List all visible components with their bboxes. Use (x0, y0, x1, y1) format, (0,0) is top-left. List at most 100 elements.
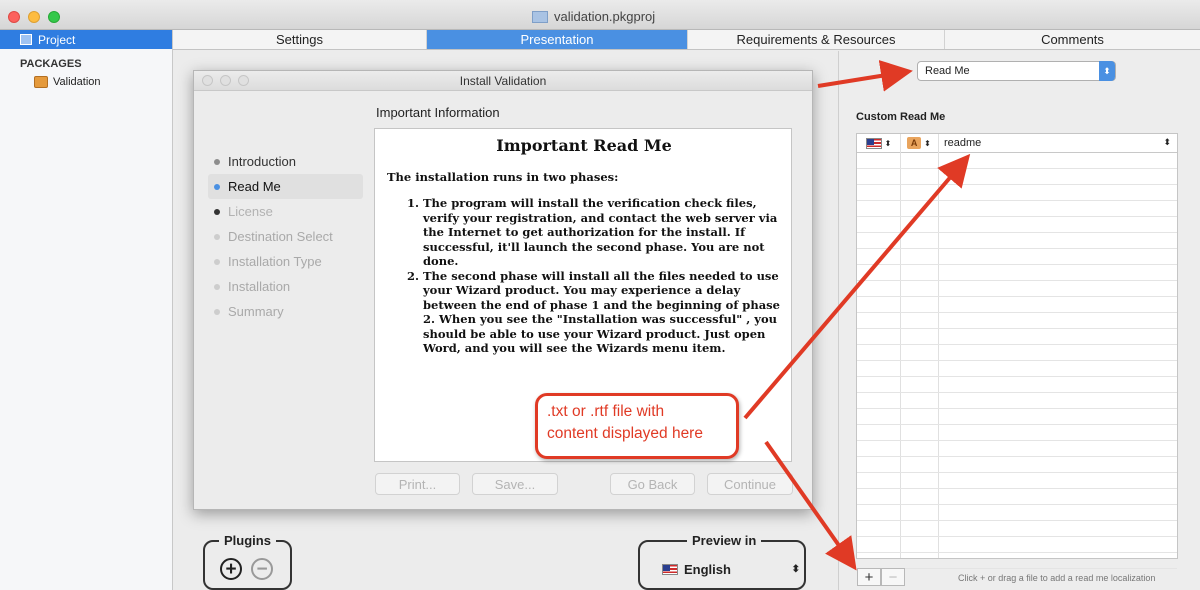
table-row (857, 553, 1177, 569)
step-dot (214, 183, 220, 190)
readme-list: The program will install the verificatio… (387, 196, 781, 356)
remove-readme-button[interactable]: − (881, 568, 905, 586)
installer-title-bar: Install Validation (194, 71, 812, 91)
sidebar-item-validation[interactable]: Validation (0, 76, 172, 88)
step-dot (214, 283, 220, 290)
table-row (857, 233, 1177, 249)
file-cell[interactable]: readme ⬍ (938, 137, 1177, 149)
sidebar-item-project[interactable]: Project (0, 30, 172, 49)
add-plugin-button[interactable]: + (220, 558, 242, 580)
tab-bar: Settings Presentation Requirements & Res… (173, 30, 1200, 50)
tab-presentation[interactable]: Presentation (427, 30, 688, 49)
minus-icon: − (888, 568, 898, 586)
step-summary[interactable]: Summary (208, 299, 363, 324)
project-sidebar: Project PACKAGES Validation (0, 30, 173, 590)
close-window-button[interactable] (8, 11, 20, 23)
table-row (857, 297, 1177, 313)
sidebar-item-validation-label: Validation (53, 76, 101, 88)
minimize-window-button[interactable] (28, 11, 40, 23)
table-row (857, 265, 1177, 281)
step-label: Introduction (228, 154, 296, 169)
table-row (857, 457, 1177, 473)
window-title-text: validation.pkgproj (554, 9, 656, 24)
step-label: Read Me (228, 179, 281, 194)
file-name: readme (944, 137, 982, 149)
remove-plugin-button[interactable]: − (251, 558, 273, 580)
go-back-button[interactable]: Go Back (610, 473, 695, 495)
packages-header: PACKAGES (20, 58, 82, 70)
readme-lead: The installation runs in two phases: (387, 169, 619, 184)
installer-section-title: Important Information (376, 105, 500, 120)
table-row (857, 521, 1177, 537)
step-dot (214, 208, 220, 215)
plugins-label: Plugins (219, 533, 276, 548)
step-dot (214, 258, 220, 265)
tab-comments[interactable]: Comments (945, 30, 1200, 49)
table-row (857, 249, 1177, 265)
print-button[interactable]: Print... (375, 473, 460, 495)
step-installation-type[interactable]: Installation Type (208, 249, 363, 274)
table-row (857, 473, 1177, 489)
window-title: validation.pkgproj (532, 9, 655, 24)
table-row (857, 313, 1177, 329)
up-down-arrows-icon: ⬍ (924, 138, 931, 148)
installer-title: Install Validation (459, 74, 547, 88)
pane-select-popup[interactable]: Read Me ⬍ (917, 61, 1116, 81)
language-cell[interactable]: ⬍ (857, 137, 900, 149)
preview-language-select[interactable]: English ⬍ (662, 562, 800, 577)
tab-settings[interactable]: Settings (173, 30, 427, 49)
plugins-group: Plugins + − (203, 533, 292, 590)
step-installation[interactable]: Installation (208, 274, 363, 299)
document-icon (532, 10, 548, 23)
table-row (857, 377, 1177, 393)
custom-readme-title: Custom Read Me (856, 111, 946, 123)
pane-select-value: Read Me (925, 65, 970, 77)
step-label: Installation Type (228, 254, 322, 269)
plus-icon: + (864, 568, 874, 586)
table-row (857, 217, 1177, 233)
table-row (857, 489, 1177, 505)
preview-in-label: Preview in (687, 533, 762, 548)
step-read-me[interactable]: Read Me (208, 174, 363, 199)
table-row[interactable]: ⬍ A ⬍ readme ⬍ (857, 134, 1177, 153)
title-bar: validation.pkgproj (0, 0, 1200, 30)
table-row (857, 393, 1177, 409)
table-row (857, 153, 1177, 169)
table-row (857, 505, 1177, 521)
type-cell[interactable]: A ⬍ (900, 137, 938, 149)
project-icon (20, 34, 32, 45)
up-down-arrows-icon: ⬍ (791, 564, 800, 575)
step-label: Destination Select (228, 229, 333, 244)
table-row (857, 329, 1177, 345)
save-button[interactable]: Save... (472, 473, 558, 495)
up-down-arrows-icon: ⬍ (1163, 137, 1171, 147)
up-down-arrows-icon: ⬍ (884, 138, 892, 148)
add-readme-button[interactable]: + (857, 568, 881, 586)
readme-item: The second phase will install all the fi… (423, 269, 781, 356)
zoom-window-button[interactable] (48, 11, 60, 23)
readme-localization-table: ⬍ A ⬍ readme ⬍ (856, 133, 1178, 569)
preview-language-value: English (684, 562, 731, 577)
table-row (857, 409, 1177, 425)
step-destination-select[interactable]: Destination Select (208, 224, 363, 249)
table-row (857, 345, 1177, 361)
minus-icon: − (256, 558, 268, 580)
step-license[interactable]: License (208, 199, 363, 224)
table-row (857, 425, 1177, 441)
step-label: License (228, 204, 273, 219)
readme-add-remove: + − (857, 568, 905, 586)
table-row (857, 441, 1177, 457)
step-label: Installation (228, 279, 291, 294)
table-row (857, 185, 1177, 201)
callout-line: content displayed here (547, 425, 703, 442)
continue-button[interactable]: Continue (707, 473, 793, 495)
preview-in-group: Preview in English ⬍ (638, 533, 806, 590)
table-row (857, 281, 1177, 297)
step-introduction[interactable]: Introduction (208, 149, 363, 174)
step-label: Summary (228, 304, 284, 319)
step-dot (214, 158, 220, 165)
package-icon (34, 76, 48, 88)
plus-icon: + (225, 558, 237, 580)
tab-requirements-resources[interactable]: Requirements & Resources (688, 30, 945, 49)
step-dot (214, 308, 220, 315)
